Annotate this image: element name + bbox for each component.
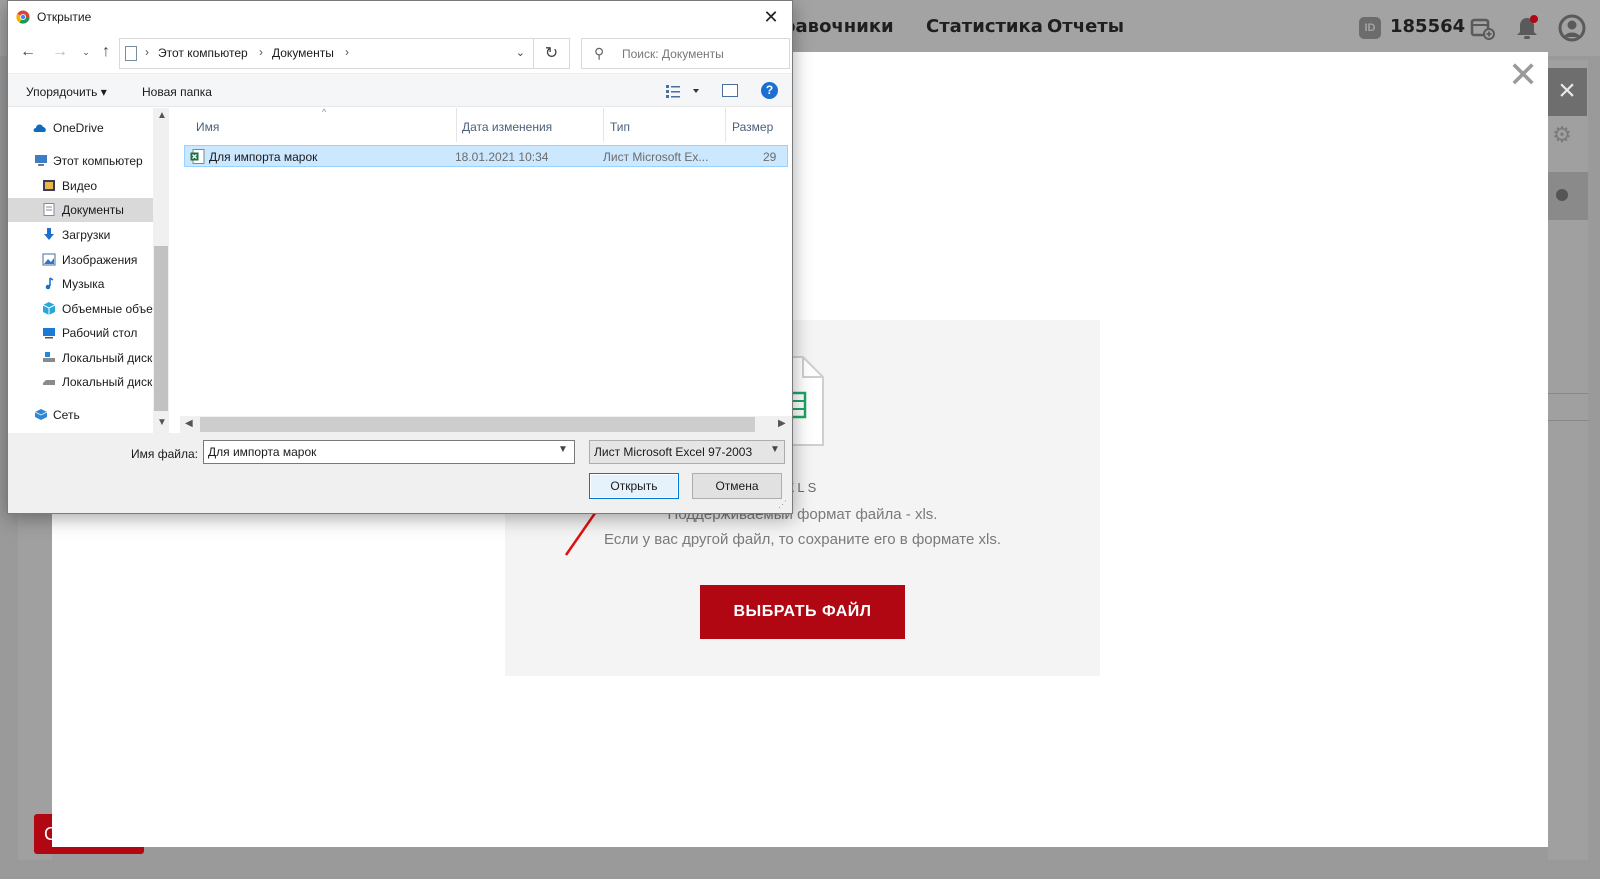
dialog-toolbar: Упорядочить ▾ Новая папка ? <box>8 73 792 107</box>
bell-icon[interactable] <box>1513 14 1541 42</box>
organize-menu[interactable]: Упорядочить ▾ <box>26 85 107 99</box>
column-type[interactable]: Тип <box>610 120 630 134</box>
sort-ascending-icon: ^ <box>322 107 327 117</box>
column-modified[interactable]: Дата изменения <box>462 120 552 134</box>
column-divider[interactable] <box>456 108 457 142</box>
file-list: ^ Имя Дата изменения Тип Размер Для импо… <box>180 107 792 433</box>
scroll-right-arrow-icon[interactable]: ▶ <box>778 418 786 429</box>
network-icon <box>34 409 48 420</box>
column-divider[interactable] <box>725 108 726 142</box>
music-icon <box>45 277 54 290</box>
file-size: 29 <box>763 150 777 164</box>
nav-item-desktop[interactable]: Рабочий стол <box>8 321 153 345</box>
local-disk-icon <box>43 380 55 385</box>
breadcrumb-documents[interactable]: Документы <box>272 46 334 60</box>
search-box[interactable]: ⚲ Поиск: Документы <box>581 38 790 69</box>
desktop-icon <box>43 328 55 339</box>
local-disk-icon <box>43 352 55 362</box>
filetype-dropdown-icon[interactable]: ▼ <box>770 444 780 455</box>
search-placeholder: Поиск: Документы <box>622 47 724 61</box>
dialog-titlebar[interactable]: Открытие ✕ <box>8 1 792 33</box>
column-name[interactable]: Имя <box>196 120 219 134</box>
documents-icon <box>43 203 55 216</box>
nav-item-images[interactable]: Изображения <box>8 248 153 272</box>
video-icon <box>43 180 55 191</box>
file-modified: 18.01.2021 10:34 <box>455 150 549 164</box>
nav-item-music[interactable]: Музыка <box>8 272 153 296</box>
refresh-icon[interactable]: ↻ <box>534 38 570 69</box>
nav-item-documents[interactable]: Документы <box>8 198 153 222</box>
nav-item-onedrive[interactable]: OneDrive <box>8 116 153 140</box>
search-icon: ⚲ <box>594 45 605 61</box>
file-row-selected[interactable]: Для импорта марок 18.01.2021 10:34 Лист … <box>184 145 788 167</box>
user-id-number: 185564 <box>1390 16 1466 37</box>
user-avatar-icon[interactable] <box>1558 14 1586 42</box>
column-size[interactable]: Размер <box>732 120 773 134</box>
file-name: Для импорта марок <box>209 150 318 164</box>
images-icon <box>42 253 56 266</box>
filename-dropdown-icon[interactable]: ▼ <box>558 444 568 455</box>
dialog-title: Открытие <box>37 10 92 24</box>
nav-item-local-disk-d[interactable]: Локальный диск <box>8 370 153 394</box>
recent-locations-icon[interactable]: ⌄ <box>76 41 96 63</box>
breadcrumb-this-pc[interactable]: Этот компьютер <box>158 46 248 60</box>
nav-item-3d-objects[interactable]: Объемные объекты <box>8 297 153 321</box>
background-dot <box>1556 189 1568 201</box>
back-arrow-icon[interactable]: ← <box>18 41 38 63</box>
filetype-select[interactable]: Лист Microsoft Excel 97-2003 <box>589 440 785 464</box>
nav-item-network[interactable]: Сеть <box>8 403 153 427</box>
file-open-dialog: Открытие ✕ ← → ⌄ ↑ › Этот компьютер › До… <box>7 0 793 514</box>
nav-item-this-pc[interactable]: Этот компьютер <box>8 149 153 173</box>
3d-objects-icon <box>42 302 56 315</box>
dialog-close-icon[interactable]: ✕ <box>756 4 786 30</box>
dialog-footer: Имя файла: Для импорта марок ▼ Лист Micr… <box>8 433 792 513</box>
onedrive-icon <box>33 124 46 132</box>
forward-arrow-icon[interactable]: → <box>50 41 70 63</box>
nav-item-video[interactable]: Видео <box>8 174 153 198</box>
address-dropdown-icon[interactable]: ⌄ <box>516 46 525 59</box>
filename-input[interactable]: Для импорта марок <box>203 440 575 464</box>
gear-icon: ⚙ <box>1552 122 1572 147</box>
scroll-down-arrow-icon[interactable]: ▼ <box>157 417 167 428</box>
documents-location-icon <box>125 46 137 61</box>
calendar-add-icon[interactable] <box>1468 14 1496 42</box>
breadcrumb-chevron-icon[interactable]: › <box>259 45 263 59</box>
cancel-button[interactable]: Отмена <box>692 473 782 499</box>
chrome-icon <box>16 10 30 24</box>
nav-pane-scrollbar-thumb[interactable] <box>154 246 168 411</box>
nav-link-statistics[interactable]: Статистика <box>926 16 1043 37</box>
open-button[interactable]: Открыть <box>589 473 679 499</box>
nav-item-local-disk-c[interactable]: Локальный диск <box>8 346 153 370</box>
choose-file-button[interactable]: ВЫБРАТЬ ФАЙЛ <box>700 585 905 639</box>
filename-label: Имя файла: <box>131 447 198 461</box>
address-bar[interactable]: › Этот компьютер › Документы › ⌄ <box>119 38 534 69</box>
resize-grip-icon[interactable]: ⋰ <box>778 499 787 510</box>
background-divider <box>1547 393 1588 394</box>
computer-icon <box>35 155 47 166</box>
column-divider[interactable] <box>603 108 604 142</box>
preview-pane-icon[interactable] <box>722 84 738 97</box>
excel-file-icon <box>190 149 205 164</box>
downloads-icon <box>44 228 54 240</box>
new-folder-button[interactable]: Новая папка <box>142 85 212 99</box>
breadcrumb-chevron-icon[interactable]: › <box>345 45 349 59</box>
view-options-icon[interactable] <box>666 83 704 99</box>
file-type: Лист Microsoft Ex... <box>603 150 709 164</box>
scroll-up-arrow-icon[interactable]: ▲ <box>157 110 167 121</box>
up-arrow-icon[interactable]: ↑ <box>96 41 116 63</box>
background-close-icon: × <box>1547 68 1587 116</box>
nav-link-reports[interactable]: Отчеты <box>1047 16 1124 37</box>
scroll-left-arrow-icon[interactable]: ◀ <box>185 418 193 429</box>
user-id-badge: ID <box>1359 17 1381 39</box>
modal-close-icon[interactable]: ✕ <box>1508 58 1538 94</box>
nav-item-downloads[interactable]: Загрузки <box>8 223 153 247</box>
help-icon[interactable]: ? <box>761 82 778 99</box>
background-divider <box>1547 420 1588 421</box>
file-list-hscrollbar[interactable]: ◀ ▶ <box>180 416 792 433</box>
breadcrumb-chevron-icon: › <box>145 45 149 59</box>
hscrollbar-thumb[interactable] <box>200 417 755 432</box>
navigation-pane: OneDrive Этот компьютер Видео Документы … <box>8 108 168 433</box>
